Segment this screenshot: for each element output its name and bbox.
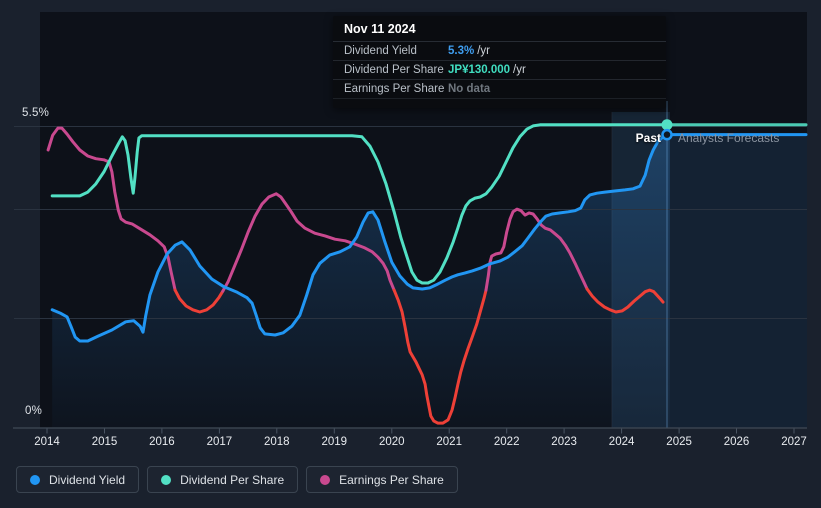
x-axis-year-label: 2020	[379, 436, 405, 448]
x-axis-year-label: 2019	[322, 436, 348, 448]
dividend-history-chart: 2014 2015 2016 2017 2018 2019 2020 2021 2022 2023…	[0, 0, 821, 508]
legend-item-label: Dividend Per Share	[180, 472, 285, 487]
analysts-forecasts-label: Analysts Forecasts	[678, 131, 780, 145]
x-axis-year-label: 2021	[436, 436, 462, 448]
dividend-per-share-marker	[661, 119, 673, 131]
past-label: Past	[635, 131, 661, 145]
tooltip-suffix: /yr	[513, 64, 526, 76]
legend-item-dividend-yield[interactable]: Dividend Yield	[16, 466, 140, 493]
legend-item-dividend-per-share[interactable]: Dividend Per Share	[147, 466, 299, 493]
legend-item-label: Dividend Yield	[49, 472, 126, 487]
tooltip-value: JP¥130.000	[448, 64, 511, 76]
x-axis-year-label: 2017	[207, 436, 233, 448]
legend-dot-icon	[161, 474, 172, 485]
legend-item-earnings-per-share[interactable]: Earnings Per Share	[306, 466, 458, 493]
x-axis-year-label: 2015	[92, 436, 118, 448]
x-axis-year-label: 2025	[666, 436, 692, 448]
tooltip-row-dividend-per-share: Dividend Per Share JP¥130.000 /yr	[333, 61, 666, 80]
hover-tooltip: Nov 11 2024 Dividend Yield 5.3% /yr Divi…	[333, 16, 666, 108]
tooltip-label: Dividend Yield	[344, 45, 417, 57]
tooltip-label: Dividend Per Share	[344, 64, 444, 76]
x-axis-year-label: 2018	[264, 436, 290, 448]
x-axis-year-label: 2026	[724, 436, 750, 448]
forecast-region-fill	[669, 134, 807, 428]
tooltip-row-earnings-per-share: Earnings Per Share No data	[333, 80, 666, 99]
x-axis-year-label: 2027	[781, 436, 807, 448]
x-axis-year-label: 2022	[494, 436, 520, 448]
dividend-yield-marker	[661, 128, 673, 141]
tooltip-label: Earnings Per Share	[344, 83, 445, 95]
x-axis-year-label: 2014	[34, 436, 60, 448]
y-axis-bottom-label: 0%	[25, 405, 43, 417]
tooltip-row-dividend-yield: Dividend Yield 5.3% /yr	[333, 42, 666, 61]
tooltip-value: 5.3%	[448, 45, 475, 57]
y-axis-top-label: 5.5%	[22, 107, 50, 119]
x-axis-year-label: 2016	[149, 436, 175, 448]
tooltip-suffix: /yr	[477, 45, 490, 57]
legend-dot-icon	[30, 474, 40, 485]
chart-legend: Dividend Yield Dividend Per Share Earnings…	[16, 466, 458, 493]
legend-dot-icon	[320, 474, 331, 485]
hover-highlight-band	[611, 112, 670, 428]
legend-item-label: Earnings Per Share	[339, 472, 444, 487]
x-axis-year-label: 2023	[551, 436, 577, 448]
tooltip-value: No data	[448, 83, 491, 95]
x-axis-year-label: 2024	[609, 436, 635, 448]
tooltip-date: Nov 11 2024	[333, 16, 666, 42]
